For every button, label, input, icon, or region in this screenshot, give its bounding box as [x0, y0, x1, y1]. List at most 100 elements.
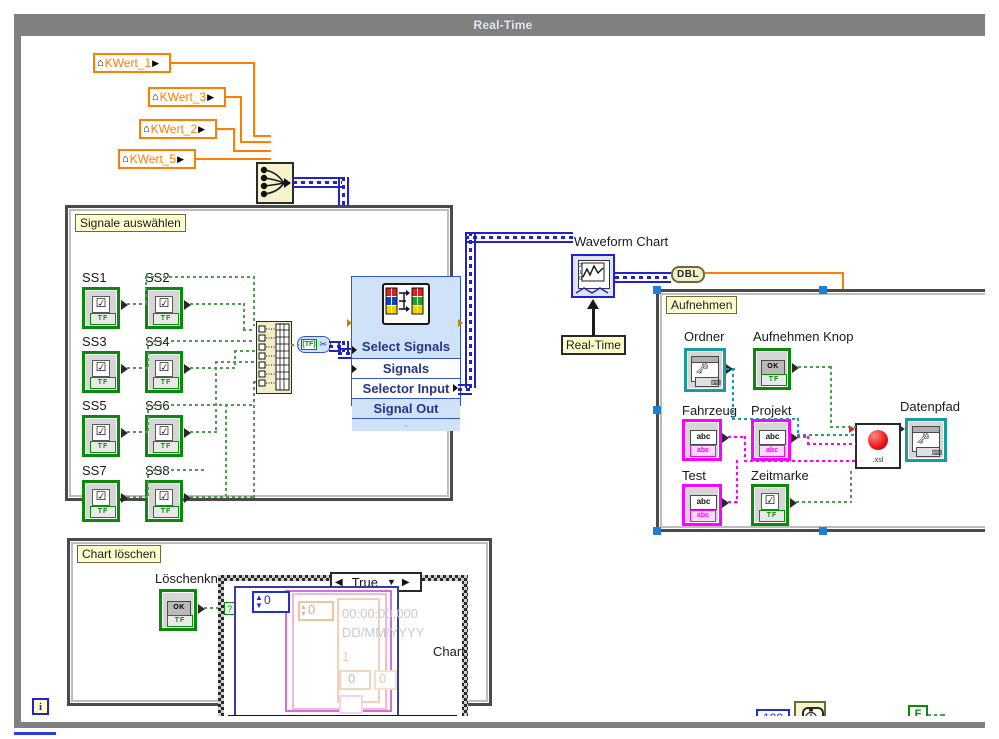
numeric-stepper-inner[interactable]: ▲ ▼ — [300, 604, 307, 618]
select-signals-vi-node[interactable]: Select Signals Signals Selector Input Si… — [351, 276, 461, 431]
boolean-array-converter-node[interactable]: [TF] ✂ — [297, 336, 331, 353]
terminal-kwert-3[interactable]: ⌂ KWert_3 ▶ — [148, 87, 226, 107]
case-next-arrow[interactable]: ▶ — [399, 577, 413, 588]
boolean-false-constant[interactable]: F — [908, 705, 928, 716]
wire-chart-right — [615, 272, 671, 283]
checkbox-glyph: ☑ — [761, 493, 779, 510]
dbl-conversion-tag[interactable]: DBL — [671, 266, 706, 283]
control-aufnehmen-knop[interactable]: OK TF — [753, 348, 791, 390]
control-loeschenknop[interactable]: OK TF — [159, 589, 197, 631]
wire-to-chart — [465, 232, 573, 243]
wire-test-up — [736, 460, 738, 503]
control-ss2[interactable]: ☑ TF — [145, 287, 183, 329]
wire-ss6-in — [215, 361, 255, 363]
label-ordner: Ordner — [684, 329, 725, 344]
wire-strip-to-converter — [291, 344, 299, 346]
ghost-field-c — [339, 695, 363, 714]
build-array-icon — [260, 166, 291, 198]
resize-handle-tc[interactable] — [819, 286, 827, 294]
control-ss8[interactable]: ☑ TF — [145, 480, 183, 522]
terminal-kwert-5[interactable]: ⌂ KWert_5 ▶ — [118, 149, 196, 169]
constant-one: 1 — [342, 649, 350, 664]
control-ordner-path[interactable]: 🗝 ⌨ — [684, 348, 726, 392]
home-icon: ⌂ — [152, 90, 159, 103]
terminal-nub-ss2 — [184, 300, 191, 310]
control-ss1[interactable]: ☑ TF — [82, 287, 120, 329]
vi-icon-area — [352, 277, 460, 339]
vi-row-signals[interactable]: Signals — [352, 358, 460, 378]
write-to-file-node[interactable]: .xsl — [855, 423, 901, 469]
chart-property-node-label: Chart — [433, 644, 465, 659]
wire-projekt-to-write — [807, 443, 856, 445]
resize-handle-tl[interactable] — [653, 286, 661, 294]
wire-ss2-in — [243, 329, 255, 331]
chevron-right-icon: ▶ — [207, 92, 215, 102]
terminal-label: KWert_5 — [129, 152, 177, 166]
wire-ss5-ss6 — [127, 431, 149, 433]
ok-button-face: OK — [761, 360, 785, 375]
diagram-canvas[interactable]: ⌂ KWert_1 ▶ ⌂ KWert_3 ▶ ⌂ KWert_2 ▶ ⌂ KW… — [21, 36, 985, 716]
home-icon: ⌂ — [143, 122, 150, 135]
indicator-datenpfad-path[interactable]: 🗝 ⌨ — [905, 418, 947, 462]
resize-handle-ml[interactable] — [653, 406, 661, 414]
info-icon[interactable]: i — [32, 698, 49, 715]
convert-glyph: ✂ — [319, 339, 327, 349]
array-terminal-strip[interactable] — [256, 321, 292, 394]
numeric-stepper-outer[interactable]: ▲ ▼ — [255, 594, 263, 610]
vi-term-right-top — [458, 319, 463, 327]
window-bottom-strip — [14, 722, 985, 728]
checkbox-glyph: ☑ — [155, 296, 173, 313]
vi-row-selector-input[interactable]: Selector Input — [352, 378, 460, 398]
label-zeitmarke: Zeitmarke — [751, 468, 809, 483]
chart-legend-glyph — [575, 287, 609, 294]
tf-badge: TF — [761, 374, 787, 386]
ok-button-face: OK — [167, 601, 191, 616]
waveform-chart-node[interactable]: 2 1 0 — [571, 254, 615, 298]
real-time-source-node[interactable]: Real-Time — [561, 335, 626, 355]
tf-badge: TF — [90, 441, 116, 453]
vi-expand-handle[interactable]: ⌄ — [352, 418, 460, 431]
resize-handle-bl[interactable] — [653, 527, 661, 535]
wait-ms-constant[interactable]: 100 — [756, 709, 790, 716]
wire-ss8-v — [253, 381, 255, 498]
control-ss3[interactable]: ☑ TF — [82, 351, 120, 393]
waveform-glyph: 2 1 0 — [579, 262, 605, 282]
control-projekt-string[interactable]: abc abc — [751, 419, 791, 461]
waveform-chart-icon: 2 1 0 — [578, 260, 610, 289]
control-zeitmarke[interactable]: ☑ TF — [751, 484, 789, 526]
wire-ss7-up — [147, 469, 149, 497]
terminal-kwert-2[interactable]: ⌂ KWert_2 ▶ — [139, 119, 217, 139]
resize-handle-bc[interactable] — [819, 527, 827, 535]
wire-ss6-out — [190, 431, 217, 433]
control-fahrzeug-string[interactable]: abc abc — [682, 419, 722, 461]
wire-ss1-ss2 — [127, 303, 147, 305]
frame-signale-label: Signale auswählen — [75, 214, 186, 232]
wire-ss1-down — [253, 276, 255, 326]
arrow-realtime-up — [587, 299, 599, 309]
vi-term-left-top — [347, 319, 352, 327]
control-ss7[interactable]: ☑ TF — [82, 480, 120, 522]
control-ss6[interactable]: ☑ TF — [145, 415, 183, 457]
label-test: Test — [682, 468, 706, 483]
control-ss5[interactable]: ☑ TF — [82, 415, 120, 457]
wire-ordner-to-projekt — [732, 418, 799, 420]
wire-kwert3-v — [240, 96, 242, 143]
file-extension-caption: .xsl — [872, 457, 884, 464]
control-ss4[interactable]: ☑ TF — [145, 351, 183, 393]
tf-badge: TF — [153, 377, 179, 389]
vi-row-signal-out[interactable]: Signal Out — [352, 398, 460, 418]
build-array-node[interactable] — [256, 162, 294, 204]
control-test-string[interactable]: abc abc — [682, 484, 722, 526]
wire-kwert2-in — [233, 150, 271, 152]
terminal-nub-ss5 — [121, 428, 128, 438]
select-signals-glyph — [385, 287, 424, 315]
report-ball-icon — [868, 430, 888, 450]
window-bottom-accent — [14, 732, 56, 735]
string-value: abc — [690, 430, 717, 445]
wait-ms-node[interactable] — [794, 701, 826, 716]
wire-ss1-over — [145, 276, 255, 278]
wire-kwert1-in — [253, 135, 271, 137]
wire-ss5-top — [225, 404, 255, 406]
terminal-kwert-1[interactable]: ⌂ KWert_1 ▶ — [93, 53, 171, 73]
home-icon: ⌂ — [122, 152, 129, 165]
